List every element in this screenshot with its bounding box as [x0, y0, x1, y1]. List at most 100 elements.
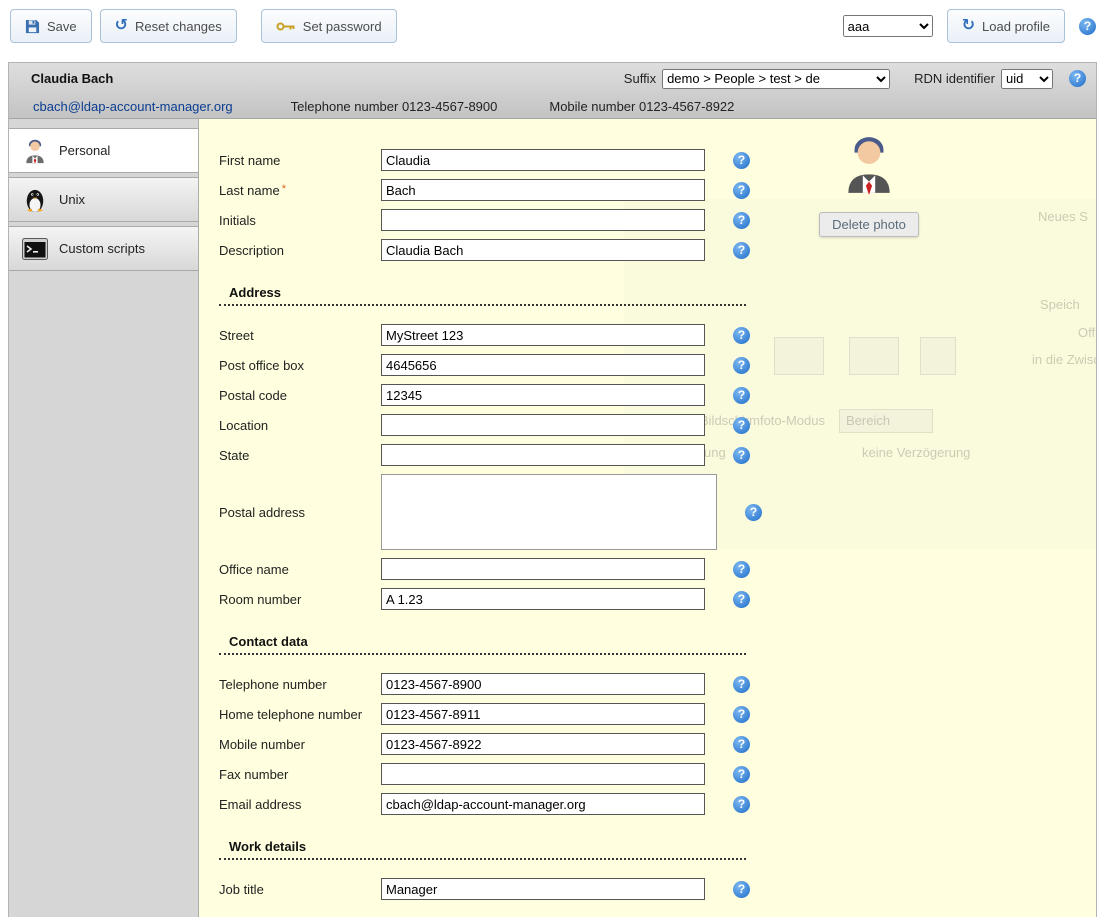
- first-name-input[interactable]: [381, 149, 705, 171]
- field-label: Office name: [219, 562, 381, 577]
- field-label: First name: [219, 153, 381, 168]
- field-label: Fax number: [219, 767, 381, 782]
- form-row: Mobile number ?: [219, 729, 779, 759]
- street-input[interactable]: [381, 324, 705, 346]
- help-icon[interactable]: ?: [733, 327, 750, 344]
- personal-form: First name ? Last name* ? Initials ? Des…: [219, 145, 779, 904]
- help-icon[interactable]: ?: [733, 152, 750, 169]
- save-label: Save: [47, 19, 77, 34]
- ghost-text: Neues S: [1038, 209, 1088, 224]
- field-label: Home telephone number: [219, 707, 381, 722]
- help-icon[interactable]: ?: [733, 676, 750, 693]
- form-row: Home telephone number ?: [219, 699, 779, 729]
- form-row: First name ?: [219, 145, 779, 175]
- field-label: Description: [219, 243, 381, 258]
- account-body: Personal Unix Custom scripts: [9, 119, 1096, 917]
- mobile-number-input[interactable]: [381, 733, 705, 755]
- last-name-input[interactable]: [381, 179, 705, 201]
- tab-personal-label: Personal: [59, 143, 110, 158]
- ghost-box: [774, 337, 824, 375]
- set-password-label: Set password: [303, 19, 382, 34]
- help-icon[interactable]: ?: [733, 881, 750, 898]
- help-icon[interactable]: ?: [733, 447, 750, 464]
- ghost-text: keine Verzögerung: [862, 445, 970, 460]
- form-row: Last name* ?: [219, 175, 779, 205]
- reset-changes-button[interactable]: ↺ Reset changes: [100, 9, 237, 43]
- field-label: Telephone number: [219, 677, 381, 692]
- fax-number-input[interactable]: [381, 763, 705, 785]
- help-icon[interactable]: ?: [733, 561, 750, 578]
- job-title-input[interactable]: [381, 878, 705, 900]
- suffix-select[interactable]: demo > People > test > de: [662, 69, 890, 89]
- form-row: Postal code ?: [219, 380, 779, 410]
- state-input[interactable]: [381, 444, 705, 466]
- help-icon[interactable]: ?: [733, 766, 750, 783]
- field-label: Email address: [219, 797, 381, 812]
- help-icon[interactable]: ?: [733, 591, 750, 608]
- field-label: Street: [219, 328, 381, 343]
- help-icon[interactable]: ?: [733, 242, 750, 259]
- help-icon[interactable]: ?: [733, 387, 750, 404]
- save-icon: [25, 19, 40, 34]
- ghost-box: [839, 409, 933, 433]
- form-row: Job title ?: [219, 874, 779, 904]
- form-row: Description ?: [219, 235, 779, 265]
- help-icon[interactable]: ?: [733, 796, 750, 813]
- location-input[interactable]: [381, 414, 705, 436]
- tab-unix[interactable]: Unix: [9, 177, 198, 222]
- delete-photo-button[interactable]: Delete photo: [819, 212, 919, 237]
- help-icon[interactable]: ?: [745, 504, 762, 521]
- description-input[interactable]: [381, 239, 705, 261]
- telephone-number-input[interactable]: [381, 673, 705, 695]
- section-title-address: Address: [219, 285, 746, 306]
- help-icon[interactable]: ?: [1079, 18, 1096, 35]
- form-row: Street ?: [219, 320, 779, 350]
- field-label: Mobile number: [219, 737, 381, 752]
- user-photo: [844, 133, 894, 198]
- help-icon[interactable]: ?: [733, 212, 750, 229]
- suffix-label: Suffix: [624, 71, 656, 86]
- form-row: Location ?: [219, 410, 779, 440]
- field-label: Postal address: [219, 505, 381, 520]
- help-icon[interactable]: ?: [733, 182, 750, 199]
- field-label: Post office box: [219, 358, 381, 373]
- set-password-button[interactable]: Set password: [261, 9, 397, 43]
- post-office-box-input[interactable]: [381, 354, 705, 376]
- tab-custom-scripts[interactable]: Custom scripts: [9, 226, 198, 271]
- rdn-identifier-label: RDN identifier: [914, 71, 995, 86]
- profile-select[interactable]: aaa: [843, 15, 933, 37]
- load-profile-button[interactable]: ↻ Load profile: [947, 9, 1065, 43]
- field-label-text: Last name: [219, 183, 280, 198]
- email-address-input[interactable]: [381, 793, 705, 815]
- photo-block: Delete photo: [799, 133, 939, 237]
- person-icon: [21, 137, 49, 165]
- help-icon[interactable]: ?: [733, 417, 750, 434]
- office-name-input[interactable]: [381, 558, 705, 580]
- tab-personal[interactable]: Personal: [9, 128, 198, 173]
- help-icon[interactable]: ?: [1069, 70, 1086, 87]
- refresh-icon: ↻: [962, 18, 975, 34]
- rdn-identifier-select[interactable]: uid: [1001, 69, 1053, 89]
- room-number-input[interactable]: [381, 588, 705, 610]
- postal-code-input[interactable]: [381, 384, 705, 406]
- field-label: Location: [219, 418, 381, 433]
- field-label: Initials: [219, 213, 381, 228]
- initials-input[interactable]: [381, 209, 705, 231]
- postal-address-textarea[interactable]: [381, 474, 717, 550]
- help-icon[interactable]: ?: [733, 736, 750, 753]
- load-profile-label: Load profile: [982, 19, 1050, 34]
- penguin-icon: [21, 186, 49, 214]
- form-row: Post office box ?: [219, 350, 779, 380]
- account-email-link[interactable]: cbach@ldap-account-manager.org: [33, 99, 233, 114]
- ghost-box: [849, 337, 899, 375]
- required-marker: *: [282, 183, 286, 195]
- account-header: Claudia Bach Suffix demo > People > test…: [9, 63, 1096, 119]
- help-icon[interactable]: ?: [733, 706, 750, 723]
- account-name: Claudia Bach: [31, 71, 113, 86]
- undo-icon: ↺: [115, 18, 128, 34]
- help-icon[interactable]: ?: [733, 357, 750, 374]
- header-mobile: Mobile number 0123-4567-8922: [549, 99, 734, 114]
- header-telephone: Telephone number 0123-4567-8900: [291, 99, 498, 114]
- save-button[interactable]: Save: [10, 9, 92, 43]
- home-telephone-input[interactable]: [381, 703, 705, 725]
